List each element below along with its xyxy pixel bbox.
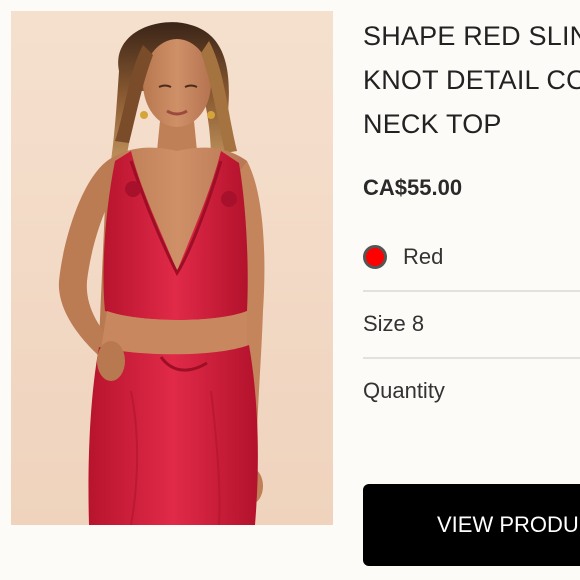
product-title-line: KNOT DETAIL CO bbox=[363, 65, 580, 95]
product-photo-illustration bbox=[11, 11, 333, 525]
view-product-button[interactable]: VIEW PRODU bbox=[363, 484, 580, 566]
divider bbox=[363, 357, 580, 359]
product-title: SHAPE RED SLIN KNOT DETAIL CO NECK TOP bbox=[363, 14, 580, 146]
color-label: Red bbox=[403, 244, 444, 269]
product-image[interactable] bbox=[11, 11, 333, 525]
product-title-line: NECK TOP bbox=[363, 109, 502, 139]
product-title-line: SHAPE RED SLIN bbox=[363, 21, 580, 51]
product-price: CA$55.00 bbox=[363, 175, 463, 200]
color-option[interactable]: Red bbox=[363, 240, 443, 274]
size-option[interactable]: Size 8 bbox=[363, 311, 424, 337]
divider bbox=[363, 290, 580, 292]
color-swatch[interactable] bbox=[363, 245, 387, 269]
quantity-label: Quantity bbox=[363, 378, 445, 403]
